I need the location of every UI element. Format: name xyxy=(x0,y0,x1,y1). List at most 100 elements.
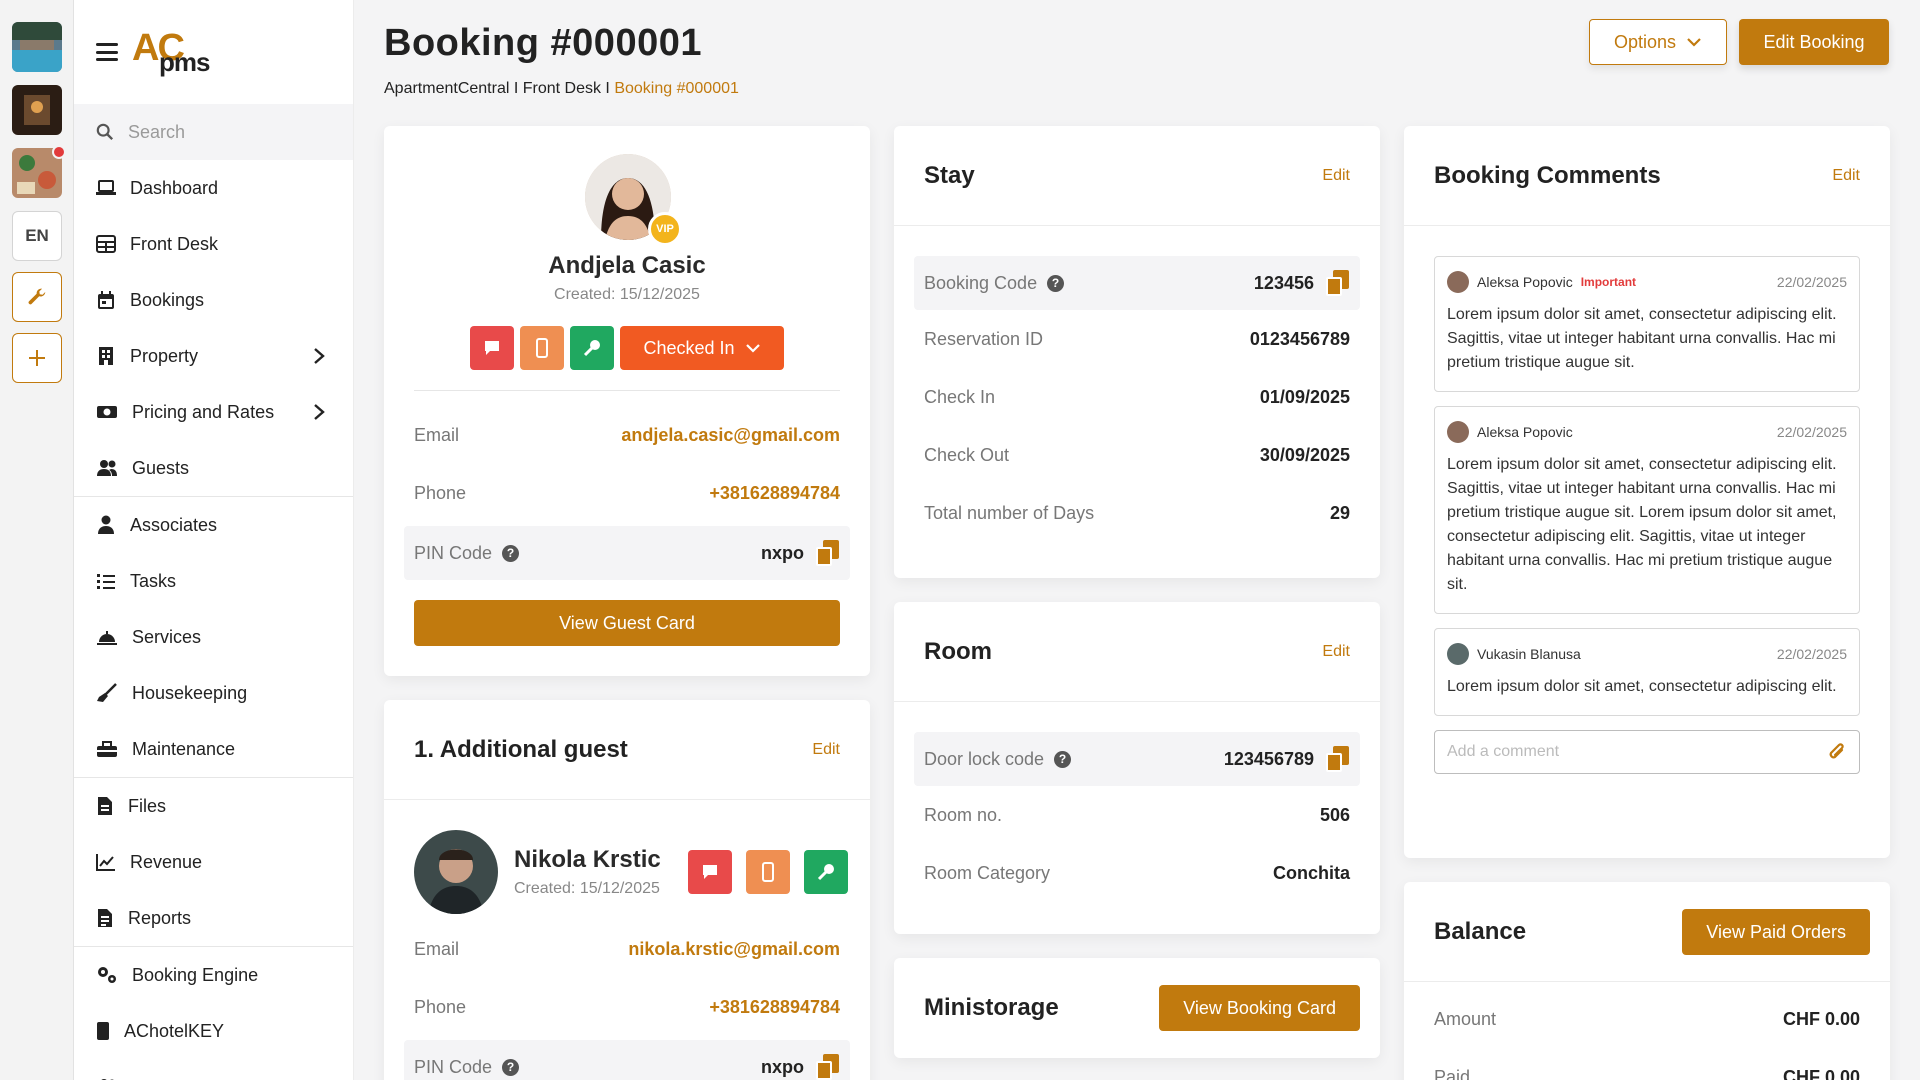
additional-guest-card: 1. Additional guest Edit Nikola Krstic C… xyxy=(384,700,870,1080)
sidebar-item-bookings[interactable]: Bookings xyxy=(74,272,353,328)
sidebar-item-associates[interactable]: Associates xyxy=(74,497,353,553)
property-rail: EN xyxy=(0,0,74,1080)
vip-badge: VIP xyxy=(648,212,682,246)
additional-guest-avatar xyxy=(414,830,498,914)
guest-card: VIP Andjela Casic Created: 15/12/2025 Ch… xyxy=(384,126,870,676)
add-property-button[interactable] xyxy=(12,333,62,383)
property-thumbnail-1[interactable] xyxy=(12,22,62,72)
sidebar-item-achotelkey[interactable]: AChotelKEY xyxy=(74,1003,353,1059)
copy-icon[interactable] xyxy=(816,1054,840,1080)
additional-phone-link[interactable]: +381628894784 xyxy=(709,997,840,1018)
page-title: Booking #000001 xyxy=(384,22,702,64)
copy-icon[interactable] xyxy=(816,540,840,566)
help-icon[interactable]: ? xyxy=(502,1058,520,1076)
view-paid-orders-button[interactable]: View Paid Orders xyxy=(1682,908,1870,955)
comment-author: Aleksa Popovic xyxy=(1477,424,1573,440)
additional-email-link[interactable]: nikola.krstic@gmail.com xyxy=(628,939,840,960)
sidebar-item-front-desk[interactable]: Front Desk xyxy=(74,216,353,272)
options-button[interactable]: Options xyxy=(1589,19,1727,65)
sidebar-item-maintenance[interactable]: Maintenance xyxy=(74,721,353,777)
comment-date: 22/02/2025 xyxy=(1776,274,1847,290)
search-input[interactable]: Search xyxy=(74,104,353,160)
laptop-icon xyxy=(96,180,116,195)
guest-email-row: Email andjela.casic@gmail.com xyxy=(384,406,870,464)
sidebar-item-label: Dashboard xyxy=(130,177,219,198)
sidebar-item-pricing[interactable]: Pricing and Rates xyxy=(74,384,353,440)
comment-placeholder: Add a comment xyxy=(1447,743,1560,760)
mobile-button[interactable] xyxy=(746,850,790,894)
pin-value: nxpo xyxy=(761,1056,804,1077)
additional-guest-name: Nikola Krstic xyxy=(514,846,661,873)
copy-icon[interactable] xyxy=(1326,270,1350,296)
row-label: Booking Code xyxy=(924,272,1038,293)
message-icon xyxy=(703,865,717,879)
sidebar-item-services[interactable]: Services xyxy=(74,609,353,665)
row-value: 123456 xyxy=(1253,272,1314,293)
key-button[interactable] xyxy=(804,850,848,894)
menu-icon[interactable] xyxy=(96,43,118,61)
mobile-icon xyxy=(536,338,548,358)
edit-booking-button[interactable]: Edit Booking xyxy=(1739,19,1889,65)
search-placeholder: Search xyxy=(128,121,186,142)
comment-date: 22/02/2025 xyxy=(1776,424,1847,440)
tools-button[interactable] xyxy=(12,272,62,322)
edit-link[interactable]: Edit xyxy=(812,741,840,759)
breadcrumb-item[interactable]: ApartmentCentral xyxy=(384,80,509,97)
stay-booking-code-row: Booking Code? 123456 xyxy=(914,256,1360,310)
guest-phone-link[interactable]: +381628894784 xyxy=(709,483,840,504)
sidebar-item-label: Housekeeping xyxy=(132,682,248,703)
help-icon[interactable]: ? xyxy=(1047,274,1065,292)
paperclip-icon[interactable] xyxy=(1827,741,1847,763)
sidebar-item-booking-engine[interactable]: Booking Engine xyxy=(74,947,353,1003)
message-button[interactable] xyxy=(688,850,732,894)
sidebar-item-reports[interactable]: Reports xyxy=(74,890,353,946)
guest-name: Andjela Casic xyxy=(548,252,706,279)
additional-pin-row: PIN Code? nxpo xyxy=(404,1040,850,1080)
search-icon xyxy=(96,123,114,141)
view-guest-card-button[interactable]: View Guest Card xyxy=(414,600,840,646)
calendar-icon xyxy=(98,291,114,309)
sidebar-item-revenue[interactable]: Revenue xyxy=(74,834,353,890)
status-dropdown[interactable]: Checked In xyxy=(620,326,784,370)
row-label: Check In xyxy=(924,386,996,407)
sidebar-item-tasks[interactable]: Tasks xyxy=(74,553,353,609)
stay-card: Stay Edit Booking Code? 123456 Reservati… xyxy=(894,126,1380,578)
card-title: Stay xyxy=(924,161,975,189)
guest-pin-row: PIN Code? nxpo xyxy=(404,526,850,580)
avatar xyxy=(1447,271,1469,293)
language-button[interactable]: EN xyxy=(12,211,62,261)
pin-value: nxpo xyxy=(761,542,804,563)
comment-text: Lorem ipsum dolor sit amet, consectetur … xyxy=(1447,678,1837,695)
edit-link[interactable]: Edit xyxy=(1832,167,1860,185)
sidebar-item-label: Pricing and Rates xyxy=(132,401,275,422)
view-booking-card-button[interactable]: View Booking Card xyxy=(1159,985,1360,1031)
comment-input[interactable]: Add a comment xyxy=(1434,730,1860,774)
sidebar-item-label: Booking Engine xyxy=(132,964,259,985)
guest-email-link[interactable]: andjela.casic@gmail.com xyxy=(621,425,840,446)
stay-checkin-row: Check In 01/09/2025 xyxy=(894,368,1380,426)
help-icon[interactable]: ? xyxy=(1054,750,1072,768)
sidebar-item-more[interactable] xyxy=(74,1059,353,1080)
mobile-button[interactable] xyxy=(520,326,564,370)
sidebar-item-property[interactable]: Property xyxy=(74,328,353,384)
sidebar-item-files[interactable]: Files xyxy=(74,778,353,834)
sidebar-item-guests[interactable]: Guests xyxy=(74,440,353,496)
edit-link[interactable]: Edit xyxy=(1322,167,1350,185)
card-title: Balance xyxy=(1434,917,1527,945)
sidebar-item-label: Maintenance xyxy=(132,738,236,759)
breadcrumb-current: Booking #000001 xyxy=(614,80,739,97)
message-button[interactable] xyxy=(470,326,514,370)
building-icon xyxy=(99,347,113,365)
money-icon xyxy=(97,406,117,418)
breadcrumb-item[interactable]: Front Desk xyxy=(523,80,601,97)
key-button[interactable] xyxy=(570,326,614,370)
comment-author: Aleksa Popovic xyxy=(1477,274,1573,290)
sidebar-item-housekeeping[interactable]: Housekeeping xyxy=(74,665,353,721)
property-thumbnail-2[interactable] xyxy=(12,85,62,135)
help-icon[interactable]: ? xyxy=(502,544,520,562)
comment-item: Vukasin Blanusa 22/02/2025 Lorem ipsum do… xyxy=(1434,628,1860,716)
edit-link[interactable]: Edit xyxy=(1322,643,1350,661)
copy-icon[interactable] xyxy=(1326,746,1350,772)
comment-item: Aleksa Popovic Important 22/02/2025 Lorem … xyxy=(1434,256,1860,392)
sidebar-item-dashboard[interactable]: Dashboard xyxy=(74,160,353,216)
